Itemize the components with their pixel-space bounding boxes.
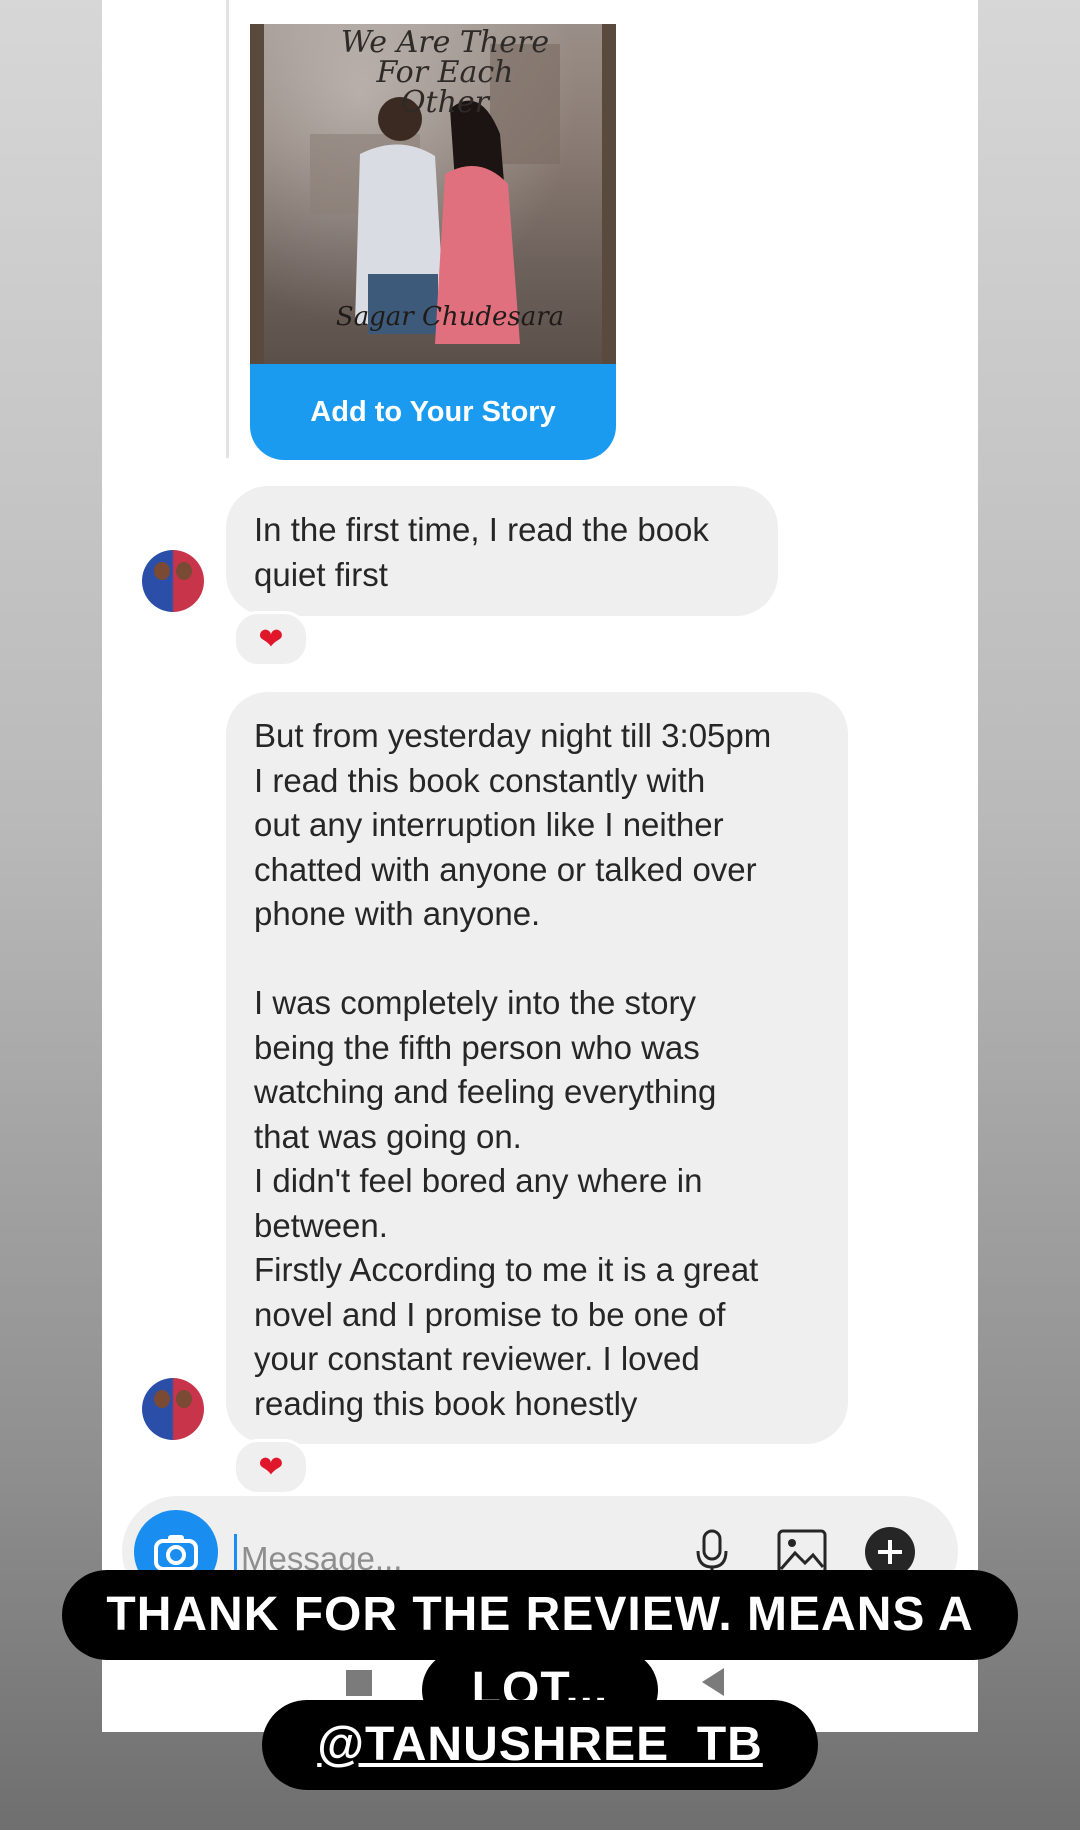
heart-reaction-icon[interactable]: ❤ (233, 1439, 309, 1495)
reply-quote-line (226, 0, 229, 458)
recents-button-icon[interactable] (346, 1670, 372, 1696)
cover-title: We Are There For Each Other (340, 25, 550, 120)
heart-reaction-icon[interactable]: ❤ (233, 611, 309, 667)
sender-avatar[interactable] (142, 550, 204, 612)
mention-sticker[interactable]: @TANUSHREE_TB (262, 1700, 818, 1790)
sender-avatar[interactable] (142, 1378, 204, 1440)
story-caption-line-1: THANK FOR THE REVIEW. MEANS A (62, 1570, 1018, 1660)
cover-author: Sagar Chudesara (335, 302, 565, 332)
message-text: But from yesterday night till 3:05pm I r… (254, 717, 772, 1422)
message-bubble[interactable]: In the first time, I read the book quiet… (226, 486, 778, 616)
back-button-icon[interactable] (702, 1668, 724, 1696)
chat-screen: We Are There For Each Other Sagar Chudes… (102, 0, 978, 1732)
gallery-icon (777, 1529, 827, 1575)
message-bubble[interactable]: But from yesterday night till 3:05pm I r… (226, 692, 848, 1444)
shared-book-cover[interactable]: We Are There For Each Other Sagar Chudes… (250, 24, 616, 364)
microphone-icon (696, 1529, 728, 1574)
add-to-story-button[interactable]: Add to Your Story (250, 364, 616, 460)
camera-icon (154, 1535, 198, 1571)
message-text: In the first time, I read the book quiet… (254, 511, 709, 593)
